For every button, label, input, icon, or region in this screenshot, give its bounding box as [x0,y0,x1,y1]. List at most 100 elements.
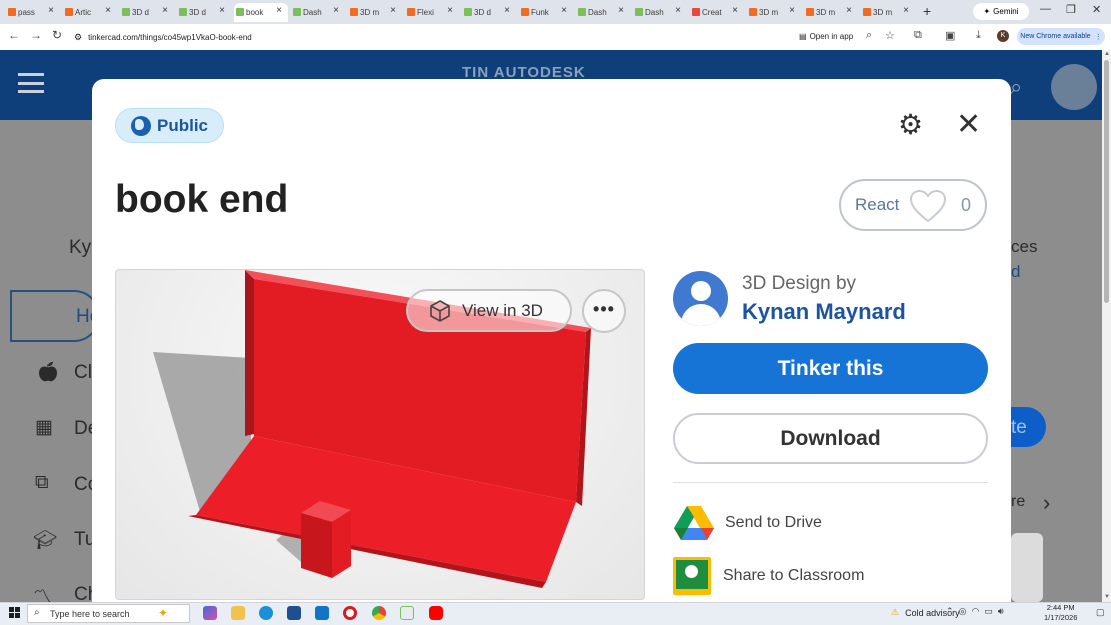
bg-chevron-right-icon[interactable]: › [1043,490,1050,516]
site-info-icon[interactable]: ⚙ [74,32,82,43]
browser-tab[interactable]: Dash × [633,3,687,22]
tab-close-icon[interactable]: × [219,5,225,16]
minimize-icon[interactable]: — [1040,3,1051,15]
new-tab-button[interactable]: + [923,3,931,19]
author-name-link[interactable]: Kynan Maynard [742,299,906,325]
taskbar-clock[interactable]: 2:44 PM 1/17/2026 [1044,603,1077,623]
scrollbar-thumb[interactable] [1104,60,1109,303]
browser-tab[interactable]: 3D m × [747,3,801,22]
taskbar-search-input[interactable]: ⌕ Type here to search ✦ [27,604,190,623]
tab-close-icon[interactable]: × [732,5,738,16]
tab-close-icon[interactable]: × [846,5,852,16]
browser-tab[interactable]: Creat × [690,3,744,22]
location-icon[interactable]: ◎ [959,606,967,616]
tab-close-icon[interactable]: × [789,5,795,16]
tab-close-icon[interactable]: × [162,5,168,16]
outlook-icon[interactable] [315,606,329,620]
store-icon[interactable] [287,606,301,620]
browser-tab[interactable]: Funk × [519,3,573,22]
site-search-icon[interactable]: ⌕ [1010,74,1022,100]
new-chrome-available-button[interactable]: New Chrome available ⋮ [1017,28,1105,45]
open-in-app-button[interactable]: ▤ Open in app [795,29,857,44]
tab-close-icon[interactable]: × [618,5,624,16]
settings-gear-icon[interactable]: ⚙ [898,111,926,139]
download-button[interactable]: Download [673,413,988,464]
google-classroom-icon[interactable] [673,557,711,595]
scroll-down-icon[interactable]: ▼ [1104,594,1110,600]
restore-icon[interactable]: ❐ [1066,3,1076,16]
tab-favicon-icon [749,8,757,16]
tab-title: 3D d [132,8,149,17]
browser-tab[interactable]: pass × [6,3,60,22]
clock-time: 2:44 PM [1046,603,1075,612]
profile-avatar[interactable]: K [997,30,1009,42]
send-to-drive-link[interactable]: Send to Drive [725,514,822,532]
tab-favicon-icon [65,8,73,16]
chrome-icon[interactable] [372,606,386,620]
google-drive-icon[interactable] [673,504,715,542]
tab-title: Dash [645,8,664,17]
tab-close-icon[interactable]: × [105,5,111,16]
youtube-icon[interactable] [429,606,443,620]
windows-start-icon[interactable] [9,607,20,618]
browser-tab[interactable]: 3D d × [177,3,231,22]
react-button[interactable]: React 0 [839,179,987,231]
browser-tab[interactable]: 3D d × [120,3,174,22]
browser-tab[interactable]: book × [234,3,288,22]
battery-icon[interactable]: ▭ [984,606,993,616]
bookmark-star-icon[interactable]: ☆ [885,29,895,42]
tab-close-icon[interactable]: × [390,5,396,16]
extensions-icon[interactable]: ⧉ [914,29,922,42]
author-avatar[interactable] [673,271,728,326]
browser-tab[interactable]: 3D d × [462,3,516,22]
tab-favicon-icon [179,8,187,16]
browser-tab[interactable]: 3D m × [804,3,858,22]
browser-tab[interactable]: Dash × [291,3,345,22]
more-options-icon[interactable]: ••• [582,289,626,333]
visibility-label: Public [157,115,209,135]
tab-close-icon[interactable]: × [675,5,681,16]
tab-close-icon[interactable]: × [903,5,909,16]
zoom-icon[interactable]: ⌕ [866,29,872,42]
tab-title: 3D d [189,8,206,17]
forward-icon[interactable]: → [30,28,42,42]
file-explorer-icon[interactable] [231,606,245,620]
wifi-icon[interactable]: ◠ [971,606,979,616]
opera-icon[interactable] [343,606,357,620]
notifications-icon[interactable]: ▢ [1096,607,1105,618]
browser-tab[interactable]: 3D m × [348,3,402,22]
back-icon[interactable]: ← [8,28,20,42]
browser-tab[interactable]: Dash × [576,3,630,22]
tinker-this-button[interactable]: Tinker this [673,343,988,394]
tab-close-icon[interactable]: × [561,5,567,16]
window-close-icon[interactable]: ✕ [1092,3,1101,16]
hamburger-menu-icon[interactable] [18,73,44,93]
edge-icon[interactable] [259,606,273,620]
tab-close-icon[interactable]: × [276,5,282,16]
browser-tab[interactable]: 3D m × [861,3,915,22]
tab-close-icon[interactable]: × [48,5,54,16]
browser-tab[interactable]: Artic × [63,3,117,22]
tab-close-icon[interactable]: × [504,5,510,16]
tab-close-icon[interactable]: × [333,5,339,16]
side-panel-icon[interactable]: ▣ [945,29,955,42]
tab-close-icon[interactable]: × [447,5,453,16]
bg-grid-icon: ▦ [35,417,53,438]
site-user-avatar[interactable] [1051,64,1097,110]
close-modal-icon[interactable]: ✕ [956,110,981,140]
view-in-3d-button[interactable]: View in 3D [406,289,572,332]
scroll-up-icon[interactable]: ▲ [1104,51,1110,57]
system-tray[interactable]: ⌃ ◎ ◠ ▭ 🔊︎ [946,606,1004,617]
copilot-icon[interactable] [203,606,217,620]
bg-right-text-2: d [1011,262,1021,281]
downloads-icon[interactable]: ⤓ [976,29,981,42]
volume-icon[interactable]: 🔊︎ [998,606,1004,616]
browser-tab[interactable]: Flexi × [405,3,459,22]
gemini-button[interactable]: ✦ Gemini [973,3,1029,20]
bg-nav-classes[interactable]: Cl [74,362,92,384]
tinkercad-taskbar-icon[interactable] [400,606,414,620]
tab-title: Flexi [417,8,434,17]
tray-chevron-icon[interactable]: ⌃ [946,606,954,616]
share-to-classroom-link[interactable]: Share to Classroom [723,567,864,585]
reload-icon[interactable]: ↻ [52,28,62,42]
